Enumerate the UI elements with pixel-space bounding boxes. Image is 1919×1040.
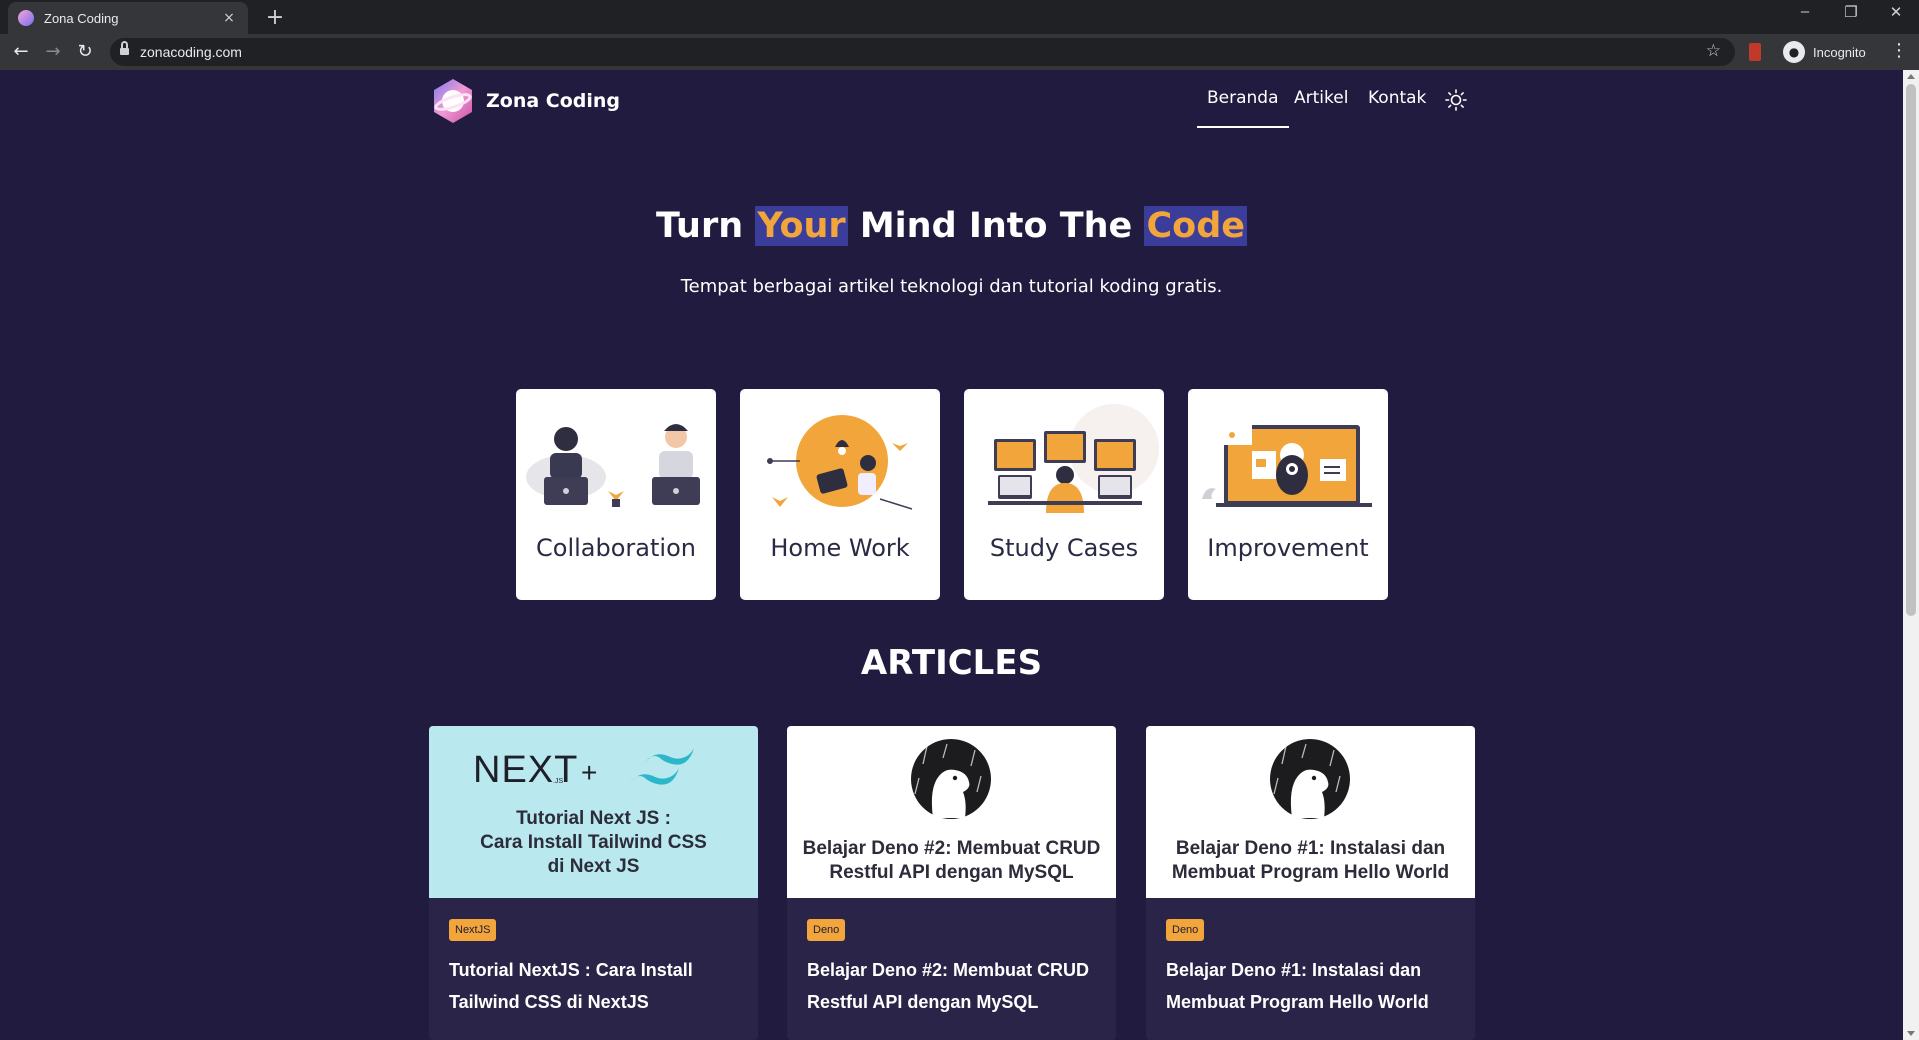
back-icon[interactable]: ← <box>9 40 33 64</box>
address-bar[interactable]: zonacoding.com ☆ <box>110 38 1735 66</box>
tab-title: Zona Coding <box>44 10 119 26</box>
feature-card-improvement[interactable]: Improvement <box>1188 389 1388 600</box>
hero-title: Turn Your Mind Into The Code <box>656 206 1247 246</box>
favicon-icon <box>18 10 34 26</box>
nav-beranda[interactable]: Beranda <box>1197 88 1288 128</box>
articles-heading: ARTICLES <box>860 643 1043 683</box>
deno-logo-icon <box>1270 739 1350 819</box>
minimize-button[interactable]: – <box>1790 3 1820 20</box>
home-work-illustration <box>767 415 913 510</box>
profile-label: Incognito <box>1813 44 1866 60</box>
feature-card-collaboration[interactable]: Collaboration <box>516 389 716 600</box>
feature-card-home-work[interactable]: Home Work <box>740 389 940 600</box>
article-tag[interactable]: NextJS <box>449 919 497 941</box>
plus-sign: + <box>581 757 597 788</box>
incognito-icon: ● <box>1783 41 1805 63</box>
profile-button[interactable]: ● Incognito <box>1783 39 1866 65</box>
tailwind-logo-icon <box>629 748 694 785</box>
page-content: Zona Coding Beranda Artikel Kontak Turn … <box>0 70 1903 1040</box>
hero-highlight-code: Code <box>1144 206 1247 246</box>
restore-button[interactable]: ❐ <box>1836 3 1866 21</box>
scroll-up-arrow-icon[interactable] <box>1907 74 1915 79</box>
hero-highlight-your: Your <box>755 206 848 246</box>
article-tag[interactable]: Deno <box>1166 919 1205 941</box>
thumbnail-caption: Belajar Deno #2: Membuat CRUD Restful AP… <box>802 838 1101 883</box>
scroll-down-arrow-icon[interactable] <box>1907 1031 1915 1036</box>
feature-label: Collaboration <box>536 534 696 562</box>
planet-logo-icon <box>434 79 472 123</box>
menu-icon[interactable]: ⋮ <box>1890 40 1908 61</box>
extension-icon[interactable] <box>1749 43 1761 61</box>
browser-tab[interactable]: Zona Coding × <box>8 2 248 34</box>
window-close-button[interactable]: ✕ <box>1881 3 1911 21</box>
collaboration-illustration <box>526 424 700 507</box>
tab-close-icon[interactable]: × <box>220 10 238 26</box>
thumbnail-caption: Tutorial Next JS : Cara Install Tailwind… <box>480 808 707 877</box>
feature-label: Study Cases <box>989 534 1139 562</box>
article-thumbnail[interactable]: Belajar Deno #1: Instalasi dan Membuat P… <box>1146 726 1475 898</box>
reload-icon[interactable]: ↻ <box>73 40 97 64</box>
article-card-deno-2[interactable]: Belajar Deno #2: Membuat CRUD Restful AP… <box>787 726 1116 1040</box>
feature-label: Improvement <box>1207 534 1369 562</box>
article-card-nextjs[interactable]: NEXT .JS + Tutorial Next JS : Cara Insta… <box>429 726 758 1040</box>
article-thumbnail[interactable]: NEXT .JS + Tutorial Next JS : Cara Insta… <box>429 726 758 898</box>
hero-subtitle: Tempat berbagai artikel teknologi dan tu… <box>680 276 1223 297</box>
article-title[interactable]: Belajar Deno #1: Instalasi dan Membuat P… <box>1166 954 1455 1018</box>
new-tab-button[interactable]: + <box>262 5 288 30</box>
tab-strip: Zona Coding × + – ❐ ✕ <box>0 0 1919 34</box>
browser-toolbar: ← → ↻ zonacoding.com ☆ <box>0 34 1919 70</box>
article-title[interactable]: Belajar Deno #2: Membuat CRUD Restful AP… <box>807 954 1096 1018</box>
feature-card-study-cases[interactable]: Study Cases <box>964 389 1164 600</box>
nav-artikel[interactable]: Artikel <box>1294 88 1348 108</box>
deno-logo-icon <box>911 739 991 819</box>
sun-icon[interactable] <box>1444 88 1468 112</box>
article-tag[interactable]: Deno <box>807 919 846 941</box>
feature-label: Home Work <box>770 534 910 562</box>
article-card-deno-1[interactable]: Belajar Deno #1: Instalasi dan Membuat P… <box>1146 726 1475 1040</box>
article-thumbnail[interactable]: Belajar Deno #2: Membuat CRUD Restful AP… <box>787 726 1116 898</box>
site-brand[interactable]: Zona Coding <box>428 76 620 126</box>
article-title[interactable]: Tutorial NextJS : Cara Install Tailwind … <box>449 954 738 1018</box>
nextjs-logo-suffix: .JS <box>553 778 563 785</box>
page-scrollbar[interactable] <box>1903 70 1919 1040</box>
bookmark-star-icon[interactable]: ☆ <box>1706 41 1721 61</box>
nav-kontak[interactable]: Kontak <box>1368 88 1426 108</box>
brand-name: Zona Coding <box>486 90 621 112</box>
browser-chrome: Zona Coding × + – ❐ ✕ ← → ↻ zonacoding.c… <box>0 0 1919 70</box>
study-cases-illustration <box>988 404 1159 513</box>
improvement-illustration <box>1202 425 1372 507</box>
lock-icon <box>120 41 129 56</box>
scrollbar-thumb[interactable] <box>1906 84 1916 616</box>
forward-icon[interactable]: → <box>41 40 65 64</box>
thumbnail-caption: Belajar Deno #1: Instalasi dan Membuat P… <box>1171 838 1450 883</box>
url-text: zonacoding.com <box>140 44 242 60</box>
